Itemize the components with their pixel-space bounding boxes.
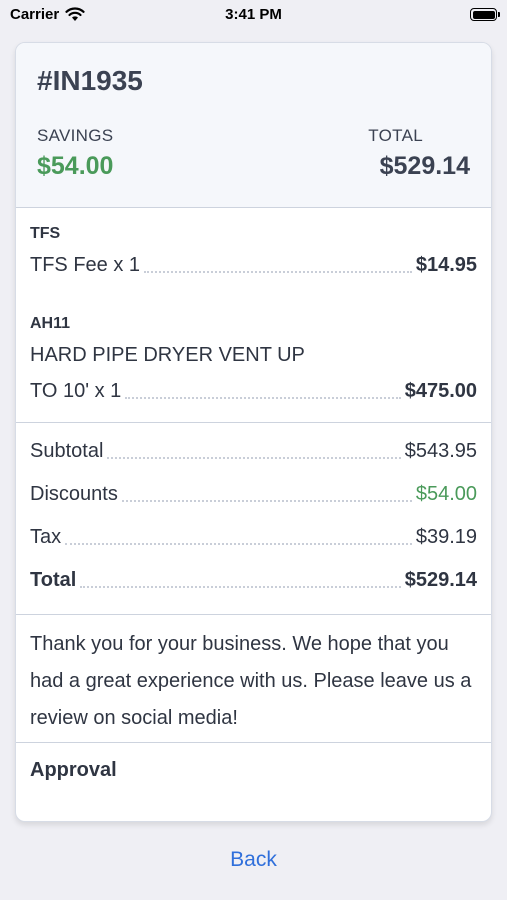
battery-icon [470,8,500,21]
discounts-row: Discounts $54.00 [30,483,477,506]
subtotal-value: $543.95 [404,440,477,462]
subtotal-label: Subtotal [30,440,104,462]
dotted-leader [107,456,401,459]
divider [16,422,491,423]
header-total-label: TOTAL [368,126,423,145]
savings-label: SAVINGS [37,126,114,145]
invoice-card: #IN1935 SAVINGS TOTAL $54.00 $529.14 TFS… [15,42,492,822]
line-item-description-line2: TO 10' x 1 [30,380,122,402]
line-item-description: TFS Fee x 1 [30,254,141,276]
clock: 3:41 PM [225,6,282,23]
subtotal-row: Subtotal $543.95 [30,440,477,463]
thank-you-message: Thank you for your business. We hope tha… [30,633,472,729]
header-total-value: $529.14 [379,152,470,180]
line-item-amount: $475.00 [404,380,477,402]
dotted-leader [80,585,401,588]
dotted-leader [125,396,401,399]
line-item-tfs: TFS Fee x 1 $14.95 [30,254,477,277]
savings-value: $54.00 [37,152,114,180]
invoice-id: #IN1935 [37,65,143,96]
line-item-ah11: TO 10' x 1 $475.00 [30,380,477,403]
total-label: Total [30,569,77,591]
total-value: $529.14 [404,569,477,591]
dotted-leader [144,270,412,273]
dotted-leader [65,542,412,545]
divider [16,742,491,743]
item-code-ah11: AH11 [30,315,71,332]
total-row: Total $529.14 [30,569,477,592]
tax-label: Tax [30,526,62,548]
approval-label: Approval [30,759,117,781]
line-item-amount: $14.95 [415,254,477,276]
status-bar: Carrier 3:41 PM [0,0,507,32]
tax-row: Tax $39.19 [30,526,477,549]
invoice-header: #IN1935 SAVINGS TOTAL $54.00 $529.14 [16,43,491,208]
discounts-label: Discounts [30,483,118,505]
line-item-description-line1: HARD PIPE DRYER VENT UP [30,344,305,366]
discounts-value: $54.00 [415,483,477,505]
divider [16,614,491,615]
back-button[interactable]: Back [0,848,507,872]
item-code-tfs: TFS [30,225,61,242]
dotted-leader [121,499,412,502]
tax-value: $39.19 [415,526,477,548]
